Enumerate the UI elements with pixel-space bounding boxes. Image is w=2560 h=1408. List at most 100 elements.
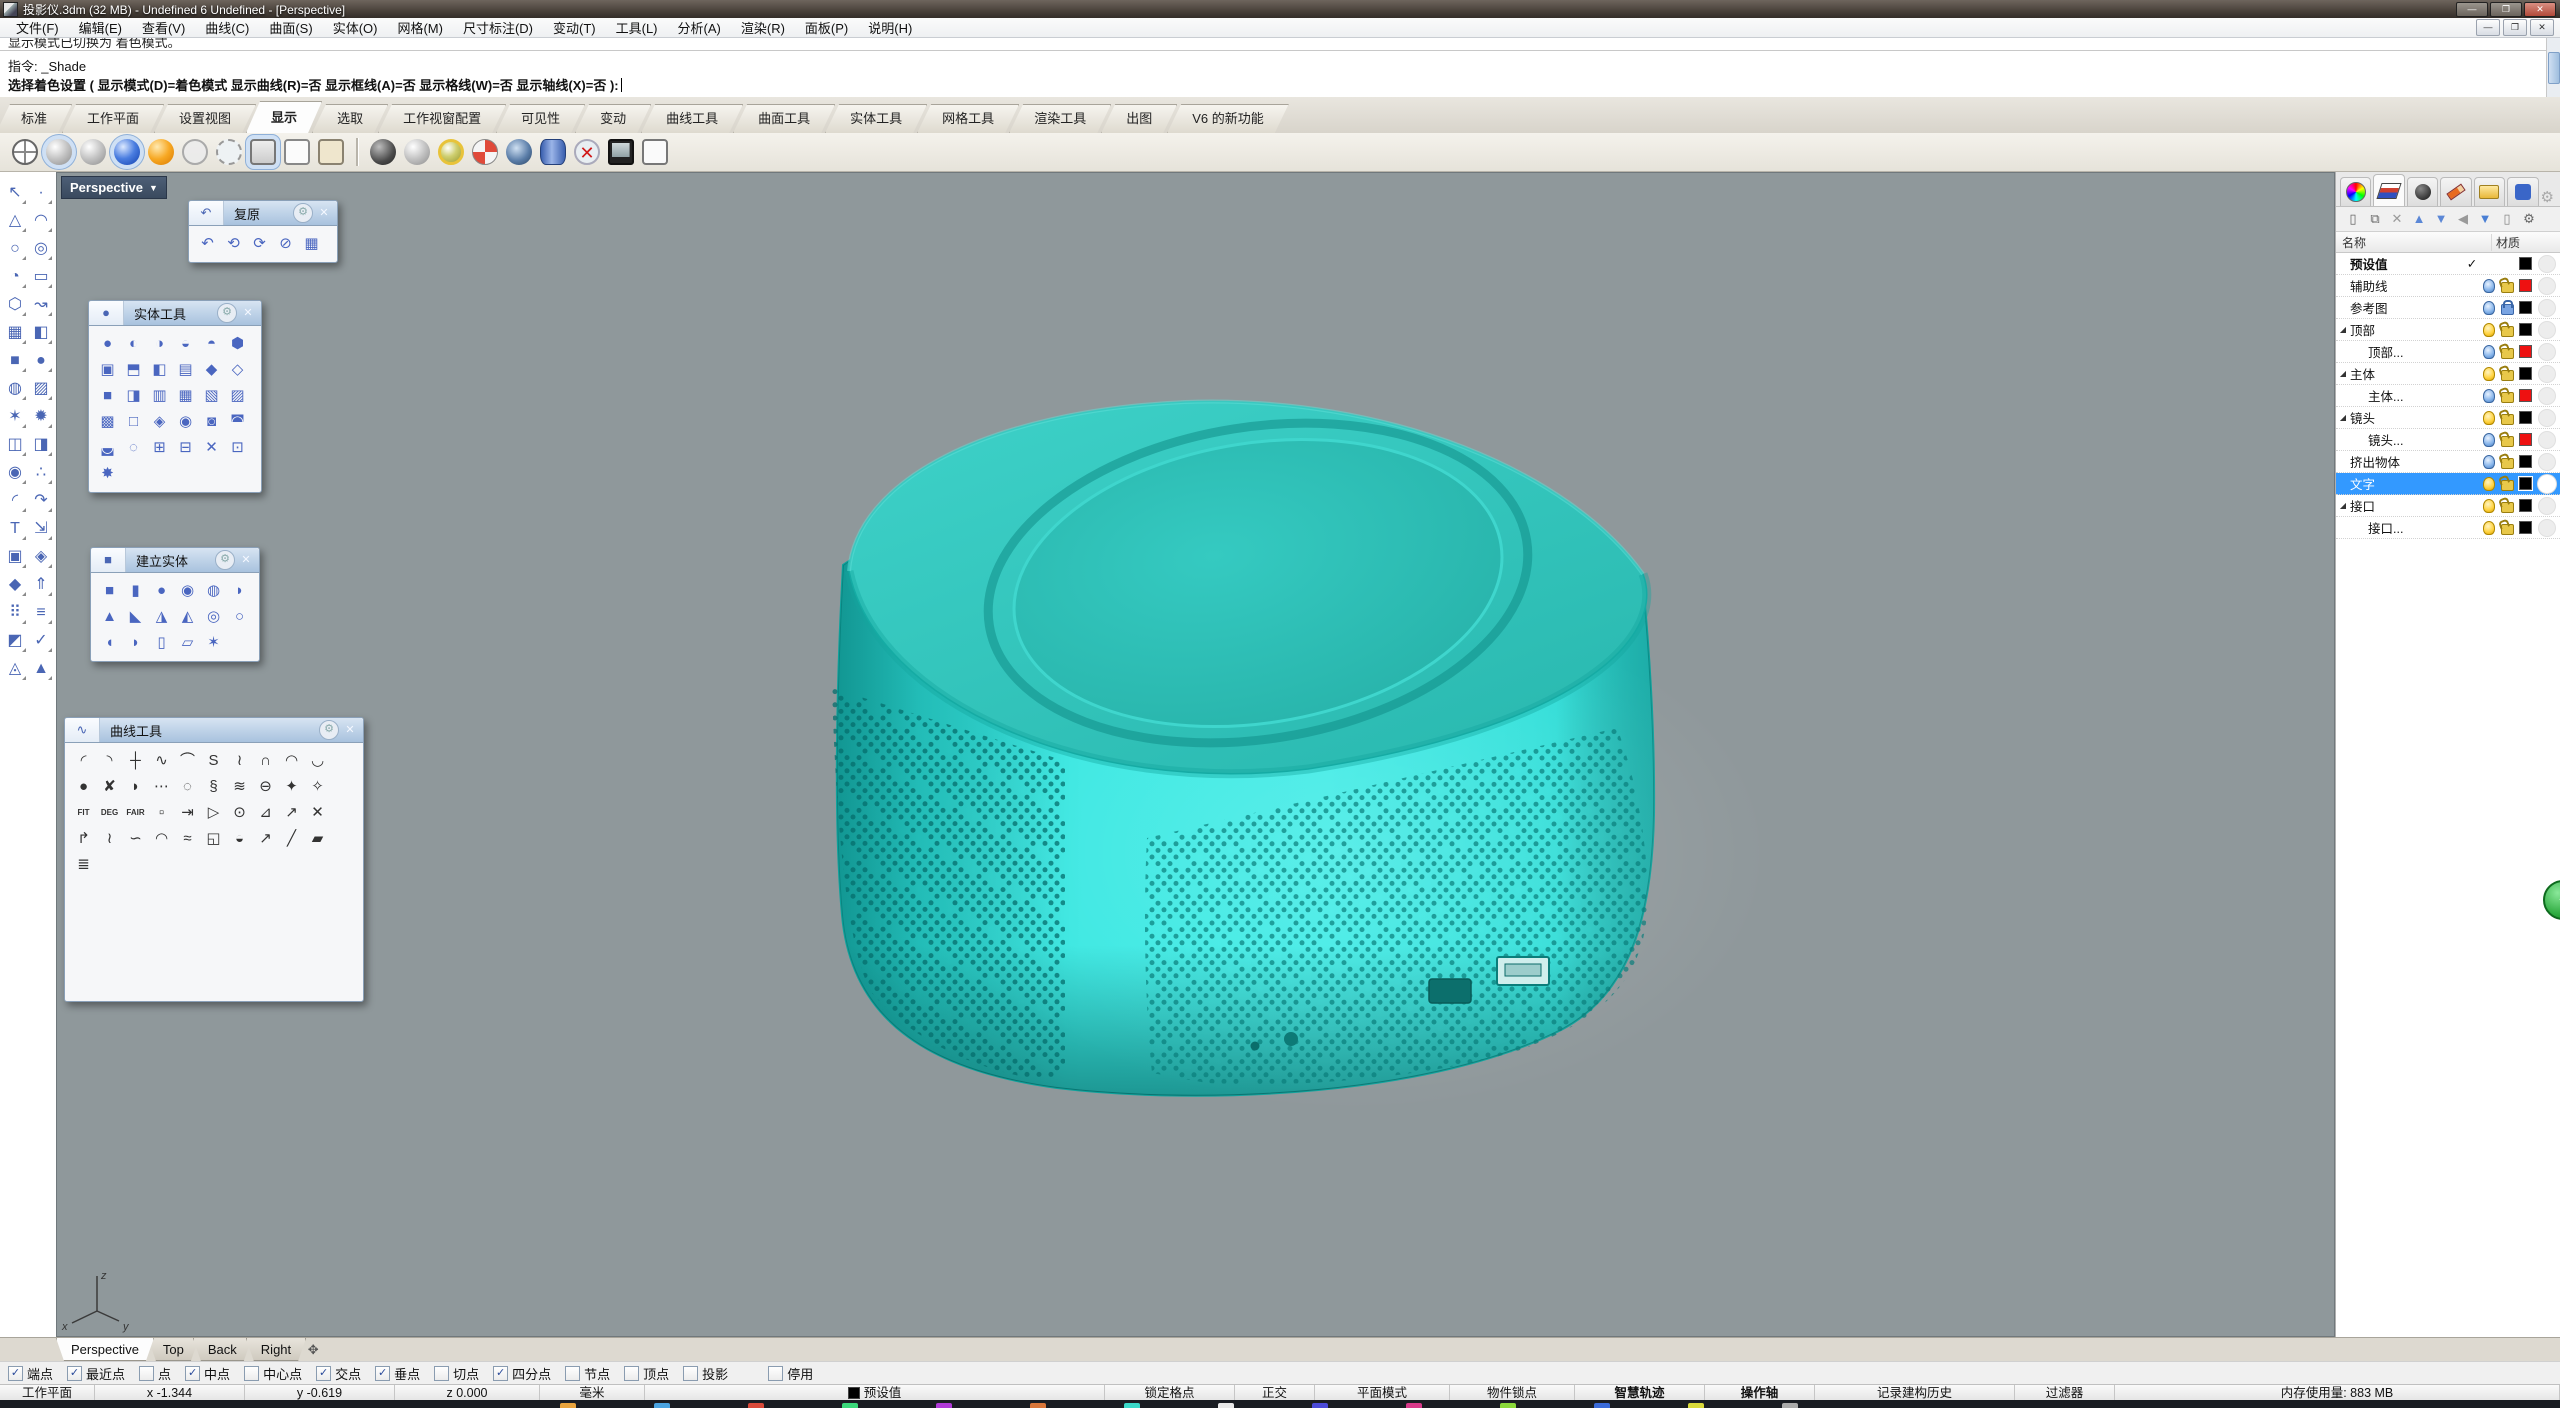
ellipsoid-button[interactable]: ◍ (201, 578, 226, 603)
material-preview[interactable] (2538, 277, 2556, 295)
layer-color-swatch[interactable] (2519, 521, 2532, 534)
material-preview[interactable] (2538, 475, 2556, 493)
cone-button[interactable]: ▲ (97, 604, 122, 629)
rebuild-curve-button[interactable]: ▫ (149, 800, 174, 825)
move-face-boundary-button[interactable]: □ (121, 409, 146, 434)
checkbox-icon[interactable] (768, 1366, 783, 1381)
ellipse-tool[interactable]: ◎ (29, 237, 53, 261)
undo-history-button-button[interactable]: ▦ (299, 231, 324, 256)
array-linear-tool[interactable]: ≡ (29, 601, 53, 625)
toolbar-tab-1[interactable]: 工作平面 (62, 104, 164, 133)
mdi-restore-button[interactable]: ❐ (2503, 19, 2527, 36)
close-icon[interactable]: ✕ (317, 206, 331, 220)
materials-tab[interactable] (2440, 177, 2471, 206)
extrude-curve-button[interactable]: ▯ (149, 630, 174, 655)
paraboloid-button[interactable]: ◗ (227, 578, 252, 603)
offset-curve-button[interactable]: ◗ (123, 774, 148, 799)
box-button[interactable]: ■ (97, 578, 122, 603)
lock-icon[interactable] (2501, 392, 2514, 403)
material-preview[interactable] (2538, 431, 2556, 449)
handlebar-editor-button[interactable]: ≀ (97, 826, 122, 851)
unroll-solid-button[interactable]: ◇ (225, 357, 250, 382)
new-layer-button[interactable]: ▯ (2342, 209, 2364, 229)
toolbar-tab-0[interactable]: 标准 (0, 104, 72, 133)
lock-icon[interactable] (2501, 436, 2514, 447)
fit-curve-button[interactable]: FIT (71, 800, 96, 825)
adjust-end-bulge-button[interactable]: ↗ (253, 826, 278, 851)
select-tool[interactable]: ↖ (3, 181, 27, 205)
boolean-intersection-button[interactable]: ◑ (147, 331, 172, 356)
status-pane-6[interactable]: 锁定格点 (1105, 1385, 1235, 1401)
blend-curve-button[interactable]: ∿ (149, 748, 174, 773)
floating-toolbar-curve-tools[interactable]: ∿曲线工具⚙✕◜◝┼∿⌒S≀∩◠◡●✘◗⋯◌§≋⊖✦✧FITDEGFAIR▫⇥▷… (64, 717, 364, 1002)
lock-icon[interactable] (2501, 458, 2514, 469)
boolean-union-button[interactable]: ● (95, 331, 120, 356)
viewport-tab-top[interactable]: Top (148, 1338, 199, 1361)
menu-8[interactable]: 变动(T) (543, 16, 606, 39)
osnap-0[interactable]: ✓端点 (8, 1364, 53, 1383)
shaded-all-viewports-icon[interactable] (80, 139, 106, 165)
polygon-tool[interactable]: ⬡ (3, 293, 27, 317)
layer-name[interactable]: 预设值 (2350, 254, 2464, 273)
ghosted-mode-icon[interactable] (182, 139, 208, 165)
show-objects-icon[interactable] (642, 139, 668, 165)
arc-blend-button[interactable]: ∩ (253, 748, 278, 773)
torus-button[interactable]: ○ (227, 604, 252, 629)
toolbar-tab-4[interactable]: 选取 (312, 104, 388, 133)
status-pane-1[interactable]: x -1.344 (95, 1385, 245, 1401)
menu-9[interactable]: 工具(L) (606, 16, 668, 39)
menu-3[interactable]: 曲线(C) (195, 16, 259, 39)
osnap-10[interactable]: 顶点 (624, 1364, 669, 1383)
lock-icon[interactable] (2501, 414, 2514, 425)
boolean-difference-button[interactable]: ◐ (121, 331, 146, 356)
plugin-tools-button[interactable]: ✸ (95, 461, 120, 486)
fair-curve-button[interactable]: FAIR (123, 800, 148, 825)
viewport-tab-back[interactable]: Back (193, 1338, 252, 1361)
extend-curve-button[interactable]: ┼ (123, 748, 148, 773)
layer-name[interactable]: 参考图 (2350, 298, 2480, 317)
chamfer-curve-button[interactable]: ◝ (97, 748, 122, 773)
insert-knot-button[interactable]: ↗ (279, 800, 304, 825)
paint-tool[interactable]: ◩ (3, 629, 27, 653)
polyline-tool[interactable]: △ (3, 209, 27, 233)
toolbar-tab-6[interactable]: 可见性 (496, 104, 585, 133)
lock-icon[interactable] (2501, 524, 2514, 535)
menu-7[interactable]: 尺寸标注(D) (453, 16, 543, 39)
taskbar-icon[interactable] (748, 1403, 764, 1408)
curve-from-object-button[interactable]: ◱ (201, 826, 226, 851)
material-preview[interactable] (2538, 497, 2556, 515)
floating-toolbar-create-solid[interactable]: ■建立实体⚙✕■▮●◉◍◗▲◣◮◭◎○◖◗▯▱✶ (90, 547, 260, 662)
material-preview[interactable] (2538, 453, 2556, 471)
status-pane-2[interactable]: y -0.619 (245, 1385, 395, 1401)
filter-button[interactable]: ▼ (2474, 209, 2496, 229)
rendered-all-viewports-icon[interactable] (148, 139, 174, 165)
toolbar-tab-13[interactable]: 出图 (1101, 104, 1177, 133)
change-degree-button[interactable]: DEG (97, 800, 122, 825)
pull-back-curve-button[interactable]: ✧ (305, 774, 330, 799)
rendered-mode-icon[interactable] (114, 139, 140, 165)
osnap-8[interactable]: ✓四分点 (493, 1364, 551, 1383)
layer-name[interactable]: 镜头... (2368, 430, 2480, 449)
menu-4[interactable]: 曲面(S) (259, 16, 322, 39)
toolbar-tab-7[interactable]: 变动 (575, 104, 651, 133)
layer-row-3[interactable]: ◢顶部 (2336, 319, 2560, 341)
menu-13[interactable]: 说明(H) (858, 16, 922, 39)
layer-color-swatch[interactable] (2519, 411, 2532, 424)
fullscreen-icon[interactable] (608, 139, 634, 165)
visibility-bulb-icon[interactable] (2483, 411, 2495, 425)
expand-triangle-icon[interactable]: ◢ (2336, 325, 2350, 334)
checkbox-icon[interactable]: ✓ (67, 1366, 82, 1381)
boolean-tool[interactable]: ● (29, 349, 53, 373)
viewport-tab-right[interactable]: Right (246, 1338, 306, 1361)
material-preview[interactable] (2538, 321, 2556, 339)
visibility-bulb-icon[interactable] (2483, 499, 2495, 513)
curve-tool[interactable]: ◠ (29, 209, 53, 233)
visibility-bulb-icon[interactable] (2483, 455, 2495, 469)
layer-row-1[interactable]: 辅助线 (2336, 275, 2560, 297)
cap-holes-button[interactable]: ◧ (147, 357, 172, 382)
viewport-title[interactable]: Perspective ▼ (61, 176, 167, 199)
menu-5[interactable]: 实体(O) (323, 16, 388, 39)
simplify-curve-button[interactable]: ▷ (201, 800, 226, 825)
status-pane-13[interactable]: 过滤器 (2015, 1385, 2115, 1401)
point-tool[interactable]: · (29, 181, 53, 205)
